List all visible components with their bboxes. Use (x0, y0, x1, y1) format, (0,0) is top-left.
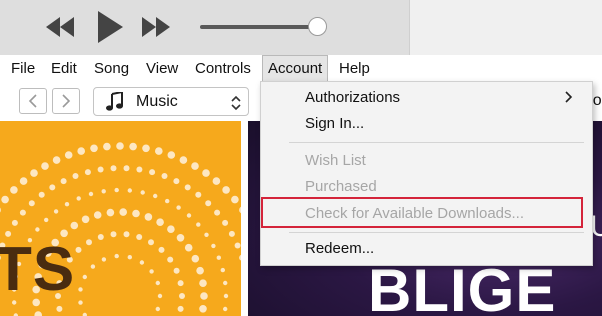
menu-item-redeem[interactable]: Redeem... (305, 240, 374, 257)
menu-item-wish-list: Wish List (305, 152, 366, 169)
menu-song[interactable]: Song (89, 55, 134, 82)
menu-separator (289, 232, 584, 233)
music-note-icon (106, 92, 123, 111)
back-button[interactable] (19, 88, 47, 114)
menu-controls[interactable]: Controls (190, 55, 256, 82)
chevron-updown-icon (231, 95, 241, 111)
album-left-title: TS (0, 235, 76, 304)
account-menu: Authorizations Sign In... Wish List Purc… (260, 81, 593, 266)
menu-bar: File Edit Song View Controls Account Hel… (0, 55, 602, 82)
fast-forward-icon[interactable] (142, 17, 172, 37)
chevron-left-icon (28, 94, 37, 108)
menu-separator (289, 142, 584, 143)
playback-bar (0, 0, 602, 55)
play-icon[interactable] (96, 11, 124, 43)
menu-account[interactable]: Account (262, 55, 329, 82)
chevron-right-icon (62, 94, 71, 108)
volume-slider[interactable] (200, 25, 320, 29)
menu-view[interactable]: View (141, 55, 183, 82)
media-kind-select[interactable]: Music (93, 87, 249, 116)
rewind-icon[interactable] (46, 17, 76, 37)
forward-button[interactable] (52, 88, 80, 114)
highlight-annotation-box (261, 197, 583, 228)
menu-help[interactable]: Help (334, 55, 375, 82)
menu-item-authorizations[interactable]: Authorizations (305, 89, 400, 106)
volume-slider-knob[interactable] (308, 17, 327, 36)
menu-edit[interactable]: Edit (46, 55, 82, 82)
chevron-right-icon (565, 91, 573, 103)
menu-item-sign-in[interactable]: Sign In... (305, 115, 364, 132)
artwork-divider (241, 121, 248, 316)
media-kind-label: Music (136, 93, 178, 110)
menu-item-purchased: Purchased (305, 178, 377, 195)
menu-file[interactable]: File (6, 55, 40, 82)
